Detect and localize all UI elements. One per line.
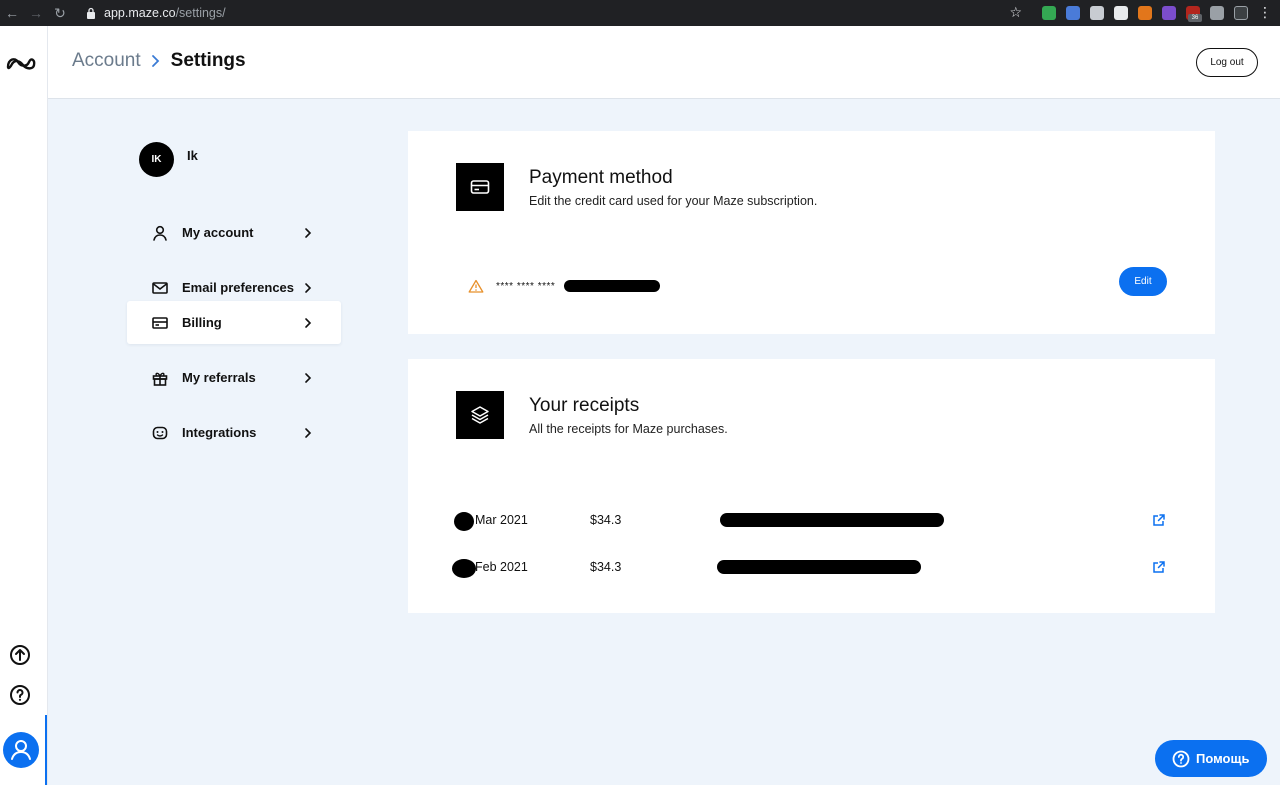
address-bar[interactable]: app.maze.co/settings/ — [86, 6, 226, 20]
payment-card-row: **** **** **** — [468, 279, 555, 293]
avatar: IK — [139, 142, 174, 177]
sidebar-item-label: Email preferences — [182, 280, 295, 295]
lock-icon — [87, 7, 95, 19]
extensions-bar: ☆ 36 ⋮ — [1009, 4, 1272, 22]
redaction-mark — [454, 512, 474, 531]
url-path: /settings/ — [175, 6, 226, 20]
extension-icon[interactable] — [1234, 5, 1248, 20]
profile-avatar-button[interactable] — [3, 732, 39, 768]
receipt-row: Mar 2021 $34.3 — [452, 510, 1172, 531]
page-title: Settings — [170, 50, 246, 71]
page-header: Account Settings Log out — [48, 26, 1280, 99]
breadcrumb-account-link[interactable]: Account — [72, 50, 141, 72]
mail-icon — [152, 281, 168, 294]
chevron-right-icon — [305, 282, 312, 293]
forward-icon[interactable]: → — [24, 5, 48, 21]
redacted-card-digits — [564, 280, 660, 292]
receipts-card: Your receipts All the receipts for Maze … — [408, 359, 1215, 613]
payment-method-card: Payment method Edit the credit card used… — [408, 131, 1215, 334]
chevron-right-icon — [305, 317, 312, 328]
browser-menu-icon[interactable]: ⋮ — [1258, 4, 1272, 21]
sidebar-item-integrations[interactable]: Integrations — [127, 411, 341, 454]
extension-badge-icon[interactable]: 36 — [1186, 5, 1202, 22]
sidebar-item-my-account[interactable]: My account — [127, 211, 341, 254]
breadcrumb: Account Settings — [72, 50, 246, 72]
url-host: app.maze.co — [104, 6, 176, 20]
sidebar-item-label: Integrations — [182, 425, 257, 440]
card-subtitle: All the receipts for Maze purchases. — [529, 422, 728, 436]
sidebar-item-my-referrals[interactable]: My referrals — [127, 356, 341, 399]
help-chat-button[interactable]: Помощь — [1155, 740, 1267, 777]
card-title: Payment method — [529, 167, 673, 188]
receipt-row: Feb 2021 $34.3 — [452, 557, 1172, 578]
card-title: Your receipts — [529, 395, 640, 416]
logout-button[interactable]: Log out — [1196, 48, 1258, 77]
receipt-date: Feb 2021 — [475, 560, 528, 574]
warning-icon — [468, 279, 484, 293]
help-circle-icon[interactable] — [9, 684, 31, 706]
user-name: Ik — [187, 148, 198, 163]
receipt-date: Mar 2021 — [475, 513, 528, 527]
reload-icon[interactable]: ↻ — [48, 5, 72, 22]
puzzle-icon[interactable] — [1210, 5, 1224, 20]
extension-badge-count: 36 — [1188, 13, 1202, 22]
edit-payment-button[interactable]: Edit — [1119, 267, 1167, 296]
redaction-mark — [452, 559, 476, 578]
extension-icon[interactable] — [1162, 5, 1176, 20]
receipt-amount: $34.3 — [590, 513, 622, 527]
credit-card-icon — [152, 316, 168, 329]
chevron-right-icon — [151, 55, 159, 67]
credit-card-icon — [470, 180, 490, 194]
card-subtitle: Edit the credit card used for your Maze … — [529, 194, 818, 208]
active-indicator — [45, 715, 47, 785]
external-link-icon[interactable] — [1152, 513, 1166, 527]
help-button-label: Помощь — [1196, 751, 1250, 766]
receipts-icon-tile — [456, 391, 504, 439]
maze-logo-icon[interactable] — [5, 51, 37, 73]
plug-icon — [152, 426, 168, 439]
redacted-receipt-id — [717, 560, 921, 574]
sidebar-item-label: My referrals — [182, 370, 256, 385]
external-link-icon[interactable] — [1152, 560, 1166, 574]
layers-icon — [471, 406, 489, 424]
user-icon — [153, 225, 167, 241]
user-summary: IK Ik — [139, 142, 198, 177]
back-icon[interactable]: ← — [0, 5, 24, 21]
sidebar-item-label: Billing — [182, 315, 222, 330]
sidebar-item-label: My account — [182, 225, 254, 240]
payment-icon-tile — [456, 163, 504, 211]
user-icon — [11, 740, 31, 760]
extension-icon[interactable] — [1090, 5, 1104, 20]
bookmark-star-icon[interactable]: ☆ — [1009, 4, 1022, 21]
extension-icon[interactable] — [1114, 5, 1128, 20]
masked-card-number: **** **** **** — [496, 280, 556, 292]
redacted-receipt-id — [720, 513, 944, 527]
settings-main: IK Ik My account Email preferences Billi… — [48, 99, 1280, 785]
chevron-right-icon — [305, 427, 312, 438]
help-circle-icon — [1172, 750, 1190, 767]
upgrade-arrow-icon[interactable] — [9, 644, 31, 666]
metamask-extension-icon[interactable] — [1138, 5, 1152, 20]
chevron-right-icon — [305, 227, 312, 238]
extension-icon[interactable] — [1042, 5, 1056, 20]
browser-toolbar: ← → ↻ app.maze.co/settings/ ☆ 36 ⋮ — [0, 0, 1280, 26]
gift-icon — [152, 372, 168, 386]
receipt-amount: $34.3 — [590, 560, 622, 574]
left-rail — [0, 26, 48, 785]
chevron-right-icon — [305, 372, 312, 383]
sidebar-item-billing[interactable]: Billing — [127, 301, 341, 344]
translate-extension-icon[interactable] — [1066, 5, 1080, 20]
